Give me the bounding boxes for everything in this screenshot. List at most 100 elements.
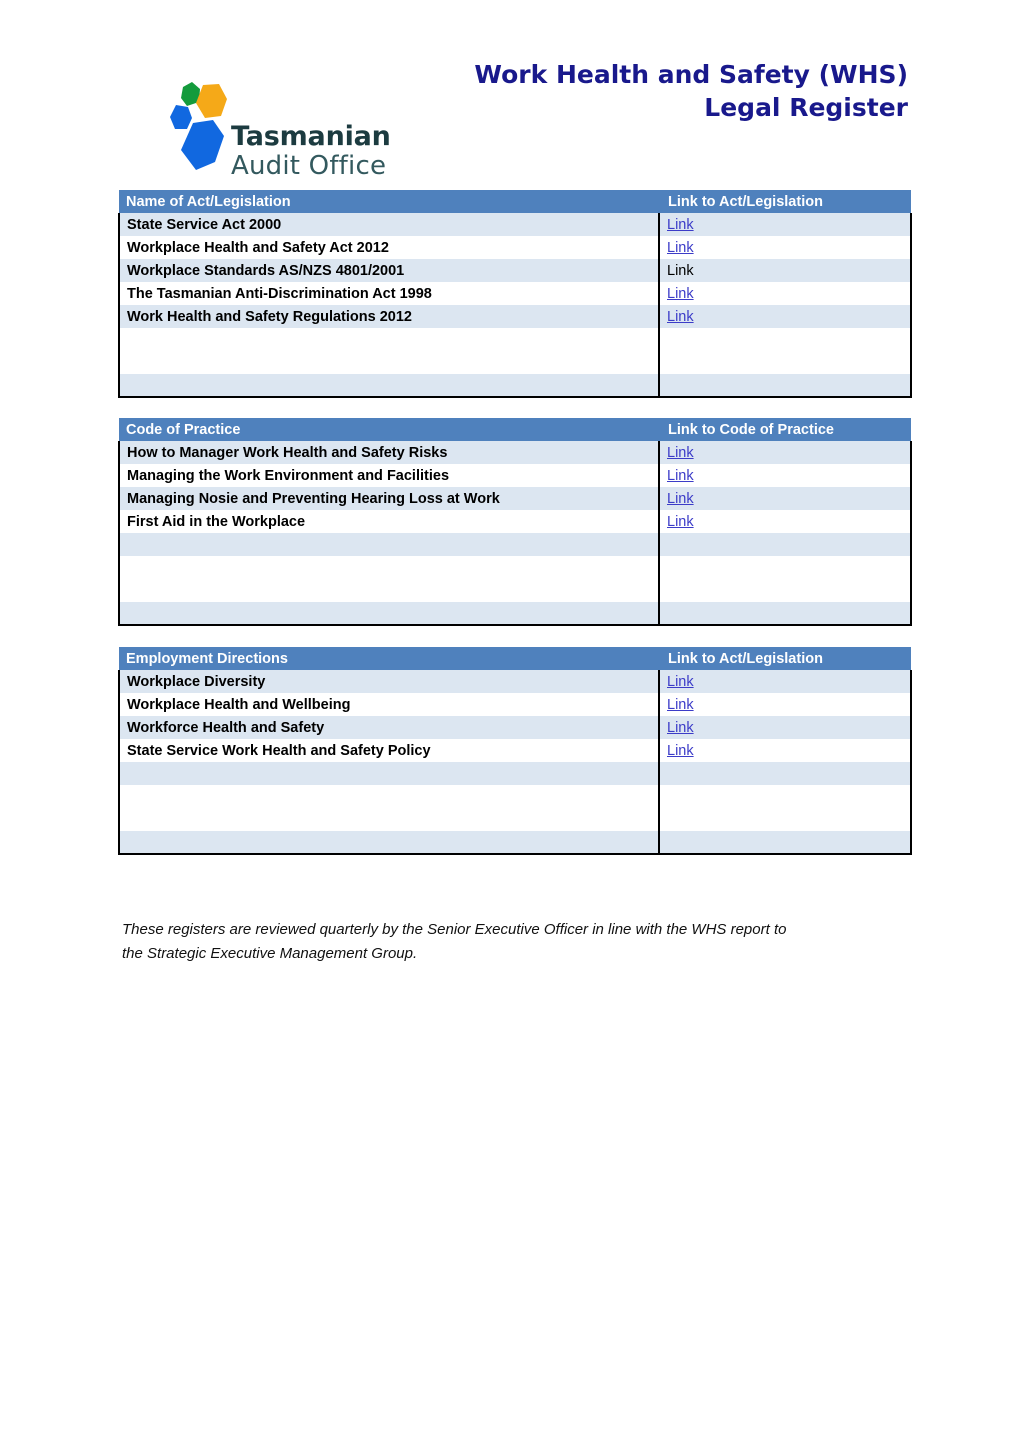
- link-text[interactable]: Link: [667, 720, 694, 736]
- table-row: Managing the Work Environment and Facili…: [118, 464, 912, 487]
- cell-link: Link: [658, 282, 912, 305]
- table-row: How to Manager Work Health and Safety Ri…: [118, 441, 912, 464]
- document-header: Tasmanian Audit Office Work Health and S…: [0, 0, 1020, 190]
- table-row: First Aid in the Workplace Link: [118, 510, 912, 533]
- cell-link: Link: [658, 670, 912, 693]
- table-row-empty: [118, 785, 912, 808]
- cell-link: [658, 602, 912, 626]
- column-header-name: Name of Act/Legislation: [119, 190, 659, 213]
- table-row-empty: [118, 328, 912, 351]
- cell-link: [658, 556, 912, 579]
- link-text[interactable]: Link: [667, 309, 694, 325]
- cell-link: [658, 351, 912, 374]
- table-header-row: Name of Act/Legislation Link to Act/Legi…: [119, 190, 911, 213]
- cell-link: [658, 808, 912, 831]
- table-row: State Service Work Health and Safety Pol…: [118, 739, 912, 762]
- cell-name: Workforce Health and Safety: [118, 716, 660, 739]
- table-row-empty: [118, 831, 912, 855]
- cell-name: State Service Act 2000: [118, 213, 660, 236]
- column-header-link: Link to Code of Practice: [659, 418, 911, 441]
- logo-line-audit-office: Audit Office: [231, 151, 387, 181]
- cell-name: State Service Work Health and Safety Pol…: [118, 739, 660, 762]
- page-title-line-2: Legal Register: [704, 93, 908, 122]
- link-text[interactable]: Link: [667, 674, 694, 690]
- cell-name: Workplace Health and Wellbeing: [118, 693, 660, 716]
- table-row-empty: [118, 374, 912, 398]
- table-row-empty: [118, 533, 912, 556]
- cell-name: [118, 374, 660, 398]
- cell-link: Link: [658, 213, 912, 236]
- link-text[interactable]: Link: [667, 445, 694, 461]
- table-row: Managing Nosie and Preventing Hearing Lo…: [118, 487, 912, 510]
- table-row-empty: [118, 808, 912, 831]
- cell-link: [658, 374, 912, 398]
- table-row-empty: [118, 556, 912, 579]
- table-row-empty: [118, 351, 912, 374]
- cell-name: First Aid in the Workplace: [118, 510, 660, 533]
- cell-name: The Tasmanian Anti-Discrimination Act 19…: [118, 282, 660, 305]
- table-row-empty: [118, 602, 912, 626]
- cell-link: [658, 762, 912, 785]
- cell-name: [118, 351, 660, 374]
- cell-link: Link: [658, 441, 912, 464]
- link-text[interactable]: Link: [667, 468, 694, 484]
- employment-directions-table: Employment Directions Link to Act/Legisl…: [118, 647, 912, 855]
- cell-link: Link: [658, 305, 912, 328]
- table-header-row: Employment Directions Link to Act/Legisl…: [119, 647, 911, 670]
- cell-name: [118, 556, 660, 579]
- review-note: These registers are reviewed quarterly b…: [122, 918, 912, 966]
- cell-name: [118, 328, 660, 351]
- cell-name: [118, 808, 660, 831]
- column-header-link: Link to Act/Legislation: [659, 647, 911, 670]
- legislation-table: Name of Act/Legislation Link to Act/Legi…: [118, 190, 912, 398]
- cell-link: [658, 533, 912, 556]
- table-row-empty: [118, 579, 912, 602]
- cell-name: Workplace Health and Safety Act 2012: [118, 236, 660, 259]
- table-row: Workplace Standards AS/NZS 4801/2001 Lin…: [118, 259, 912, 282]
- audit-office-logo-icon: [170, 82, 227, 170]
- cell-link: Link: [658, 693, 912, 716]
- cell-link: [658, 831, 912, 855]
- table-row: Workplace Health and Wellbeing Link: [118, 693, 912, 716]
- column-header-name: Code of Practice: [119, 418, 659, 441]
- cell-name: [118, 579, 660, 602]
- column-header-name: Employment Directions: [119, 647, 659, 670]
- table-row: Workplace Health and Safety Act 2012 Lin…: [118, 236, 912, 259]
- employment-directions-table-body: Workplace Diversity Link Workplace Healt…: [118, 670, 912, 855]
- cell-name: Managing the Work Environment and Facili…: [118, 464, 660, 487]
- table-row: Work Health and Safety Regulations 2012 …: [118, 305, 912, 328]
- cell-link: Link: [658, 716, 912, 739]
- link-text[interactable]: Link: [667, 286, 694, 302]
- cell-name: How to Manager Work Health and Safety Ri…: [118, 441, 660, 464]
- page-title: Work Health and Safety (WHS) Legal Regis…: [348, 58, 908, 124]
- link-text[interactable]: Link: [667, 491, 694, 507]
- cell-link: [658, 328, 912, 351]
- cell-link: Link: [658, 464, 912, 487]
- link-text-plain: Link: [667, 262, 694, 279]
- legislation-table-body: State Service Act 2000 Link Workplace He…: [118, 213, 912, 398]
- table-row: The Tasmanian Anti-Discrimination Act 19…: [118, 282, 912, 305]
- cell-link: [658, 579, 912, 602]
- link-text[interactable]: Link: [667, 217, 694, 233]
- table-row-empty: [118, 762, 912, 785]
- cell-name: [118, 602, 660, 626]
- cell-name: [118, 762, 660, 785]
- link-text[interactable]: Link: [667, 743, 694, 759]
- table-row: State Service Act 2000 Link: [118, 213, 912, 236]
- link-text[interactable]: Link: [667, 514, 694, 530]
- code-of-practice-table: Code of Practice Link to Code of Practic…: [118, 418, 912, 626]
- link-text[interactable]: Link: [667, 240, 694, 256]
- page-title-line-1: Work Health and Safety (WHS): [474, 60, 908, 89]
- cell-link: Link: [658, 236, 912, 259]
- link-text[interactable]: Link: [667, 697, 694, 713]
- cell-name: [118, 831, 660, 855]
- cell-name: Workplace Diversity: [118, 670, 660, 693]
- code-of-practice-table-body: How to Manager Work Health and Safety Ri…: [118, 441, 912, 626]
- table-row: Workplace Diversity Link: [118, 670, 912, 693]
- cell-link: Link: [658, 510, 912, 533]
- table-header-row: Code of Practice Link to Code of Practic…: [119, 418, 911, 441]
- cell-name: [118, 533, 660, 556]
- cell-link: Link: [658, 259, 912, 282]
- cell-name: [118, 785, 660, 808]
- cell-name: Managing Nosie and Preventing Hearing Lo…: [118, 487, 660, 510]
